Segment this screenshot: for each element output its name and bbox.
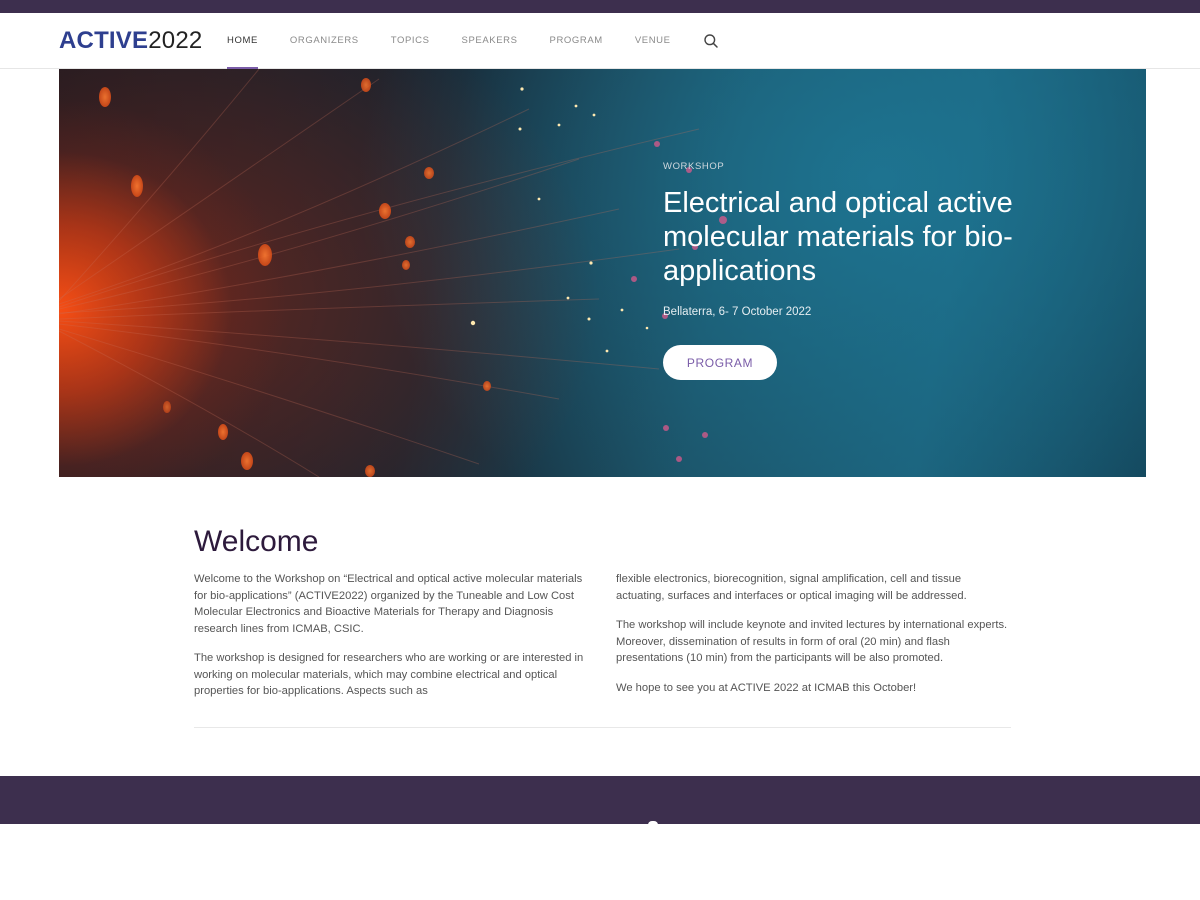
welcome-column-left: Welcome to the Workshop on “Electrical a… <box>194 571 589 713</box>
hero-eyebrow: WORKSHOP <box>663 161 725 172</box>
hero-content: WORKSHOP Electrical and optical active m… <box>663 161 1103 380</box>
search-icon[interactable] <box>703 33 719 49</box>
welcome-paragraph: The workshop will include keynote and in… <box>616 619 1008 664</box>
nav-item-home[interactable]: HOME <box>227 13 258 69</box>
nav-item-program[interactable]: PROGRAM <box>550 13 603 69</box>
nav-item-venue[interactable]: VENUE <box>635 13 671 69</box>
program-button[interactable]: PROGRAM <box>663 345 777 380</box>
footer-circle-icon <box>648 821 658 825</box>
nav-item-organizers[interactable]: ORGANIZERS <box>290 13 359 69</box>
section-divider <box>194 727 1011 728</box>
site-header: ACTIVE2022 HOME ORGANIZERS TOPICS SPEAKE… <box>0 13 1200 69</box>
hero-banner: WORKSHOP Electrical and optical active m… <box>59 69 1146 477</box>
site-footer <box>0 776 1200 825</box>
welcome-paragraph: flexible electronics, biorecognition, si… <box>616 573 967 602</box>
site-logo[interactable]: ACTIVE2022 <box>59 26 202 56</box>
main-nav: HOME ORGANIZERS TOPICS SPEAKERS PROGRAM … <box>227 13 719 69</box>
top-accent-bar <box>0 0 1200 13</box>
welcome-columns: Welcome to the Workshop on “Electrical a… <box>194 571 1011 713</box>
nav-item-topics[interactable]: TOPICS <box>391 13 430 69</box>
welcome-section: Welcome Welcome to the Workshop on “Elec… <box>194 522 1011 697</box>
welcome-column-right: flexible electronics, biorecognition, si… <box>616 571 1011 713</box>
welcome-paragraph: We hope to see you at ACTIVE 2022 at ICM… <box>616 681 917 694</box>
hero-title: Electrical and optical active molecular … <box>663 187 1013 287</box>
welcome-heading: Welcome <box>194 525 319 558</box>
nav-item-speakers[interactable]: SPEAKERS <box>462 13 518 69</box>
welcome-paragraph: The workshop is designed for researchers… <box>194 652 584 697</box>
logo-bold-text: ACTIVE <box>59 27 149 54</box>
logo-thin-text: 2022 <box>148 27 203 54</box>
hero-date: Bellaterra, 6- 7 October 2022 <box>663 306 812 318</box>
welcome-paragraph: Welcome to the Workshop on “Electrical a… <box>194 573 583 635</box>
